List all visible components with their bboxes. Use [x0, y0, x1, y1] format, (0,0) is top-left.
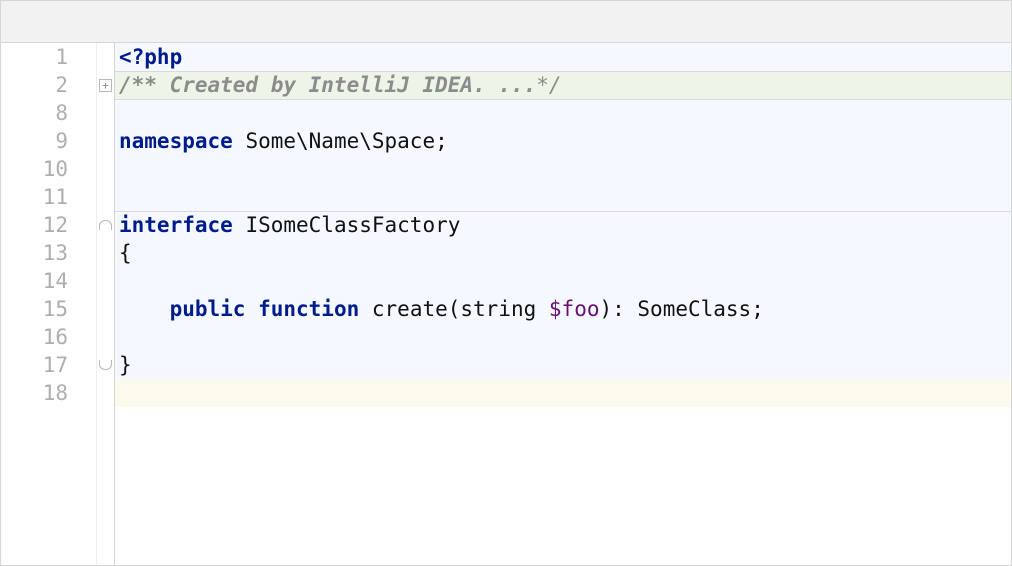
fold-cell [97, 267, 114, 295]
code-token: public [170, 297, 246, 321]
code-token: create(string [359, 297, 549, 321]
fold-cell[interactable] [97, 211, 114, 239]
line-number[interactable]: 15 [1, 295, 96, 323]
code-token: { [119, 241, 132, 265]
fold-region-start-icon[interactable] [99, 220, 112, 230]
code-line[interactable]: } [115, 351, 1011, 379]
line-number[interactable]: 9 [1, 127, 96, 155]
code-token: ): SomeClass; [599, 297, 763, 321]
fold-cell [97, 43, 114, 71]
line-number[interactable]: 1 [1, 43, 96, 71]
code-token: <?php [119, 45, 182, 69]
fold-cell [97, 155, 114, 183]
code-line[interactable]: namespace Some\Name\Space; [115, 127, 1011, 155]
fold-cell [97, 183, 114, 211]
code-token: interface [119, 213, 233, 237]
code-token: Some\Name\Space; [233, 129, 448, 153]
fold-cell[interactable] [97, 351, 114, 379]
editor-main: 1289101112131415161718 + <?php/** Create… [1, 43, 1011, 565]
code-token: $foo [549, 297, 600, 321]
fold-cell [97, 127, 114, 155]
code-line[interactable] [115, 183, 1011, 211]
code-line[interactable] [115, 379, 1011, 407]
line-number[interactable]: 2 [1, 71, 96, 99]
code-token: */ [536, 73, 561, 97]
breadcrumb-bar [1, 1, 1011, 43]
code-line[interactable]: /** Created by IntelliJ IDEA. ...*/ [115, 71, 1011, 99]
line-number[interactable]: 12 [1, 211, 96, 239]
code-token [245, 297, 258, 321]
code-token: /** Created by IntelliJ IDEA. ... [119, 73, 536, 97]
fold-region-end-icon[interactable] [99, 360, 112, 370]
code-token: } [119, 353, 132, 377]
fold-cell [97, 379, 114, 407]
line-gutter[interactable]: 1289101112131415161718 [1, 43, 97, 565]
fold-cell [97, 239, 114, 267]
code-token: function [258, 297, 359, 321]
code-line[interactable]: <?php [115, 43, 1011, 71]
code-line[interactable] [115, 155, 1011, 183]
line-number[interactable]: 8 [1, 99, 96, 127]
code-line[interactable] [115, 323, 1011, 351]
code-token: ISomeClassFactory [233, 213, 461, 237]
line-number[interactable]: 13 [1, 239, 96, 267]
line-number[interactable]: 18 [1, 379, 96, 407]
line-number[interactable]: 14 [1, 267, 96, 295]
code-area[interactable]: <?php/** Created by IntelliJ IDEA. ...*/… [115, 43, 1011, 565]
code-token: namespace [119, 129, 233, 153]
code-line[interactable] [115, 267, 1011, 295]
code-token [119, 297, 170, 321]
fold-cell[interactable]: + [97, 71, 114, 99]
fold-cell [97, 323, 114, 351]
code-line[interactable]: interface ISomeClassFactory [115, 211, 1011, 239]
code-line[interactable]: { [115, 239, 1011, 267]
line-number[interactable]: 10 [1, 155, 96, 183]
fold-expand-icon[interactable]: + [99, 79, 112, 92]
line-number[interactable]: 17 [1, 351, 96, 379]
code-empty-area[interactable] [115, 407, 1011, 565]
code-line[interactable]: public function create(string $foo): Som… [115, 295, 1011, 323]
fold-cell [97, 295, 114, 323]
line-number[interactable]: 11 [1, 183, 96, 211]
code-line[interactable] [115, 99, 1011, 127]
code-editor: 1289101112131415161718 + <?php/** Create… [0, 0, 1012, 566]
line-number[interactable]: 16 [1, 323, 96, 351]
fold-column[interactable]: + [97, 43, 115, 565]
fold-cell [97, 99, 114, 127]
